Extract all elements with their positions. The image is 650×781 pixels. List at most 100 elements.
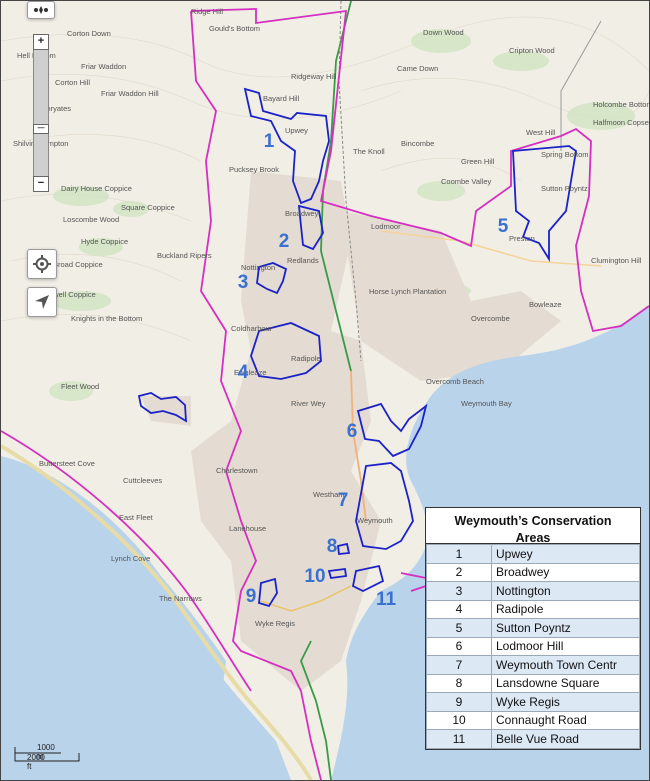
- legend-row: 6 Lodmoor Hill: [426, 636, 640, 656]
- legend-row: 4 Radipole: [426, 599, 640, 619]
- legend-row: 1 Upwey: [426, 544, 640, 564]
- place-label: Green Hill: [461, 157, 495, 166]
- area-number-label: 9: [246, 586, 257, 607]
- legend-number: 5: [426, 618, 492, 638]
- place-label: The Knoll: [353, 147, 385, 156]
- legend-area-name: Broadwey: [491, 562, 640, 582]
- place-label: Lynch Cove: [111, 554, 150, 563]
- legend-number: 9: [426, 692, 492, 712]
- place-label: Halfmoon Copse: [593, 118, 649, 127]
- legend-area-name: Connaught Road: [491, 710, 640, 730]
- place-label: Redlands: [287, 256, 319, 265]
- legend-number: 3: [426, 581, 492, 601]
- locate-button[interactable]: [27, 249, 57, 279]
- place-label: Buttersteet Cove: [39, 459, 95, 468]
- place-label: Dairy House Coppice: [61, 184, 132, 193]
- place-label: Horse Lynch Plantation: [369, 287, 446, 296]
- area-number-label: 8: [327, 536, 338, 557]
- place-label: Spring Bottom: [541, 150, 589, 159]
- legend-number: 7: [426, 655, 492, 675]
- place-label: Corton Hill: [55, 78, 90, 87]
- area-number-label: 11: [376, 589, 397, 610]
- place-label: Friar Waddon Hill: [101, 89, 159, 98]
- place-label: The Narrows: [159, 594, 202, 603]
- place-label: Bowleaze: [529, 300, 562, 309]
- place-label: Friar Waddon: [81, 62, 126, 71]
- legend-area-name: Nottington: [491, 581, 640, 601]
- legend-area-name: Lansdowne Square: [491, 673, 640, 693]
- place-label: Holcombe Bottom: [593, 100, 649, 109]
- place-label: Cuttcleeves: [123, 476, 162, 485]
- place-label: Pucksey Brook: [229, 165, 279, 174]
- area-number-label: 1: [264, 131, 275, 152]
- legend-number: 11: [426, 729, 492, 749]
- legend-area-name: Wyke Regis: [491, 692, 640, 712]
- place-label: Fleet Wood: [61, 382, 99, 391]
- place-label: Overcomb Beach: [426, 377, 484, 386]
- legend-area-name: Upwey: [491, 544, 640, 564]
- legend-row: 2 Broadwey: [426, 562, 640, 582]
- legend-number: 6: [426, 636, 492, 656]
- legend-title: Weymouth’s Conservation Areas: [426, 508, 640, 545]
- place-label: Ridge Hill: [191, 7, 223, 16]
- area-number-label: 10: [304, 566, 325, 587]
- place-label: Clumington Hill: [591, 256, 642, 265]
- legend-row: 10 Connaught Road: [426, 710, 640, 730]
- legend-row: 7 Weymouth Town Centr: [426, 655, 640, 675]
- legend-number: 2: [426, 562, 492, 582]
- navigate-button[interactable]: [27, 287, 57, 317]
- place-label: Buckland Ripers: [157, 251, 212, 260]
- zoom-slider-track[interactable]: [33, 34, 49, 192]
- place-label: Upwey: [285, 126, 308, 135]
- place-label: Hyde Coppice: [81, 237, 128, 246]
- legend-number: 4: [426, 599, 492, 619]
- place-label: Lanehouse: [229, 524, 266, 533]
- place-label: Charlestown: [216, 466, 258, 475]
- legend-number: 10: [426, 710, 492, 730]
- place-label: West Hill: [526, 128, 556, 137]
- area-number-label: 6: [347, 421, 358, 442]
- place-label: Wyke Regis: [255, 619, 295, 628]
- zoom-out-button[interactable]: −: [33, 176, 49, 192]
- scale-feet: 2000 ft: [27, 753, 45, 771]
- area-number-label: 4: [238, 362, 249, 383]
- area-number-label: 3: [238, 272, 249, 293]
- place-label: Bayard Hill: [263, 94, 300, 103]
- place-label: Corton Down: [67, 29, 111, 38]
- legend-row: 8 Lansdowne Square: [426, 673, 640, 693]
- legend-area-name: Lodmoor Hill: [491, 636, 640, 656]
- legend-row: 3 Nottington: [426, 581, 640, 601]
- legend-panel: Weymouth’s Conservation Areas 1 Upwey 2 Bro…: [425, 507, 641, 750]
- place-label: Gould's Bottom: [209, 24, 260, 33]
- place-label: Weymouth Bay: [461, 399, 512, 408]
- legend-row: 5 Sutton Poyntz: [426, 618, 640, 638]
- place-label: Knights in the Bottom: [71, 314, 142, 323]
- place-label: Weymouth: [357, 516, 393, 525]
- area-number-label: 5: [498, 216, 509, 237]
- legend-area-name: Belle Vue Road: [491, 729, 640, 749]
- place-label: Bincombe: [401, 139, 434, 148]
- legend-area-name: Weymouth Town Centr: [491, 655, 640, 675]
- place-label: Preston: [509, 234, 535, 243]
- place-label: East Fleet: [119, 513, 154, 522]
- place-label: Sutton Poyntz: [541, 184, 588, 193]
- crosshair-icon: [33, 255, 51, 273]
- legend-row: 9 Wyke Regis: [426, 692, 640, 712]
- legend-number: 1: [426, 544, 492, 564]
- place-label: Ridgeway Hill: [291, 72, 337, 81]
- place-label: Down Wood: [423, 28, 464, 37]
- place-label: Broad Coppice: [53, 260, 103, 269]
- place-label: Radipole: [291, 354, 321, 363]
- place-label: Coombe Valley: [441, 177, 492, 186]
- menu-handle-icon[interactable]: [27, 1, 55, 19]
- map-frame: Ridge Hill Corton Down Gould's Bottom Hell …: [0, 0, 650, 781]
- zoom-slider-handle[interactable]: —: [33, 124, 49, 134]
- place-label: Square Coppice: [121, 203, 175, 212]
- legend-number: 8: [426, 673, 492, 693]
- place-label: Coldharbour: [231, 324, 273, 333]
- zoom-in-button[interactable]: +: [33, 34, 49, 50]
- legend-area-name: Radipole: [491, 599, 640, 619]
- place-label: Came Down: [397, 64, 438, 73]
- place-label: Lodmoor: [371, 222, 401, 231]
- place-label: River Wey: [291, 399, 326, 408]
